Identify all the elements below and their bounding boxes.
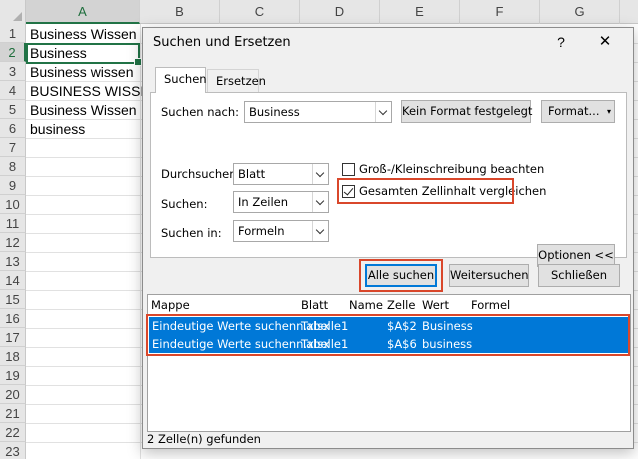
row-header[interactable]: 16	[0, 309, 26, 328]
within-label: Durchsuchen:	[161, 167, 241, 181]
chevron-down-icon[interactable]	[312, 164, 328, 184]
column-header-a[interactable]: A	[26, 0, 140, 24]
results-header-wert[interactable]: Wert	[419, 295, 449, 315]
column-header-e[interactable]: E	[380, 0, 460, 24]
active-cell-cursor	[26, 43, 142, 66]
row-header[interactable]: 9	[0, 176, 26, 195]
cell-a6[interactable]: business	[30, 120, 85, 139]
search-order-select[interactable]: In Zeilen	[233, 191, 329, 213]
row-header[interactable]: 13	[0, 252, 26, 271]
close-button[interactable]: Schließen	[538, 264, 620, 287]
search-input[interactable]: Business	[244, 101, 392, 123]
select-all-corner[interactable]	[0, 0, 26, 24]
match-case-label[interactable]: Groß-/Kleinschreibung beachten	[359, 162, 544, 176]
row-header[interactable]: 2	[0, 43, 26, 62]
row-header[interactable]: 11	[0, 214, 26, 233]
chevron-down-icon[interactable]	[375, 102, 391, 122]
row-header[interactable]: 18	[0, 347, 26, 366]
row-header[interactable]: 4	[0, 81, 26, 100]
row-header[interactable]: 7	[0, 138, 26, 157]
find-replace-dialog: Suchen und Ersetzen ? ✕ Suchen Ersetzen …	[142, 27, 634, 449]
column-header-c[interactable]: C	[220, 0, 300, 24]
row-header[interactable]: 12	[0, 233, 26, 252]
lookin-select[interactable]: Formeln	[233, 220, 329, 242]
lookin-label: Suchen in:	[161, 226, 222, 240]
lookin-select-value: Formeln	[238, 224, 285, 238]
row-header[interactable]: 17	[0, 328, 26, 347]
search-order-label: Suchen:	[161, 197, 208, 211]
results-header-name[interactable]: Name	[346, 295, 383, 315]
row-header[interactable]: 22	[0, 423, 26, 442]
row-header[interactable]: 5	[0, 100, 26, 119]
close-icon[interactable]: ✕	[593, 32, 617, 52]
within-select[interactable]: Blatt	[233, 163, 329, 185]
column-header-d[interactable]: D	[300, 0, 380, 24]
chevron-down-icon[interactable]	[312, 221, 328, 241]
within-select-value: Blatt	[238, 167, 266, 181]
row-header[interactable]: 1	[0, 24, 26, 43]
match-case-checkbox[interactable]	[342, 163, 355, 176]
row-header[interactable]: 8	[0, 157, 26, 176]
cell-a1[interactable]: Business Wissen	[30, 25, 137, 44]
results-header: Mappe Blatt Name Zelle Wert Formel	[148, 295, 630, 315]
highlight-box-find-all	[359, 259, 443, 292]
cell-a5[interactable]: Business Wissen	[30, 101, 137, 120]
format-status-display: Kein Format festgelegt	[401, 100, 532, 123]
cell-a3[interactable]: Business wissen	[30, 63, 134, 82]
cell-a4[interactable]: BUSINESS WISSEN	[30, 82, 160, 101]
row-header[interactable]: 23	[0, 442, 26, 459]
column-header-bar: A B C D E F G	[0, 0, 638, 24]
format-button-label: Format...	[548, 104, 600, 118]
column-header-g[interactable]: G	[540, 0, 620, 24]
tab-suchen[interactable]: Suchen	[155, 67, 207, 93]
results-header-formel[interactable]: Formel	[468, 295, 510, 315]
chevron-down-icon[interactable]	[312, 192, 328, 212]
tab-panel-suchen: Suchen nach: Business Kein Format festge…	[150, 92, 627, 267]
find-next-button[interactable]: Weitersuchen	[449, 264, 529, 287]
results-header-zelle[interactable]: Zelle	[384, 295, 415, 315]
row-header[interactable]: 20	[0, 385, 26, 404]
results-header-blatt[interactable]: Blatt	[298, 295, 328, 315]
dialog-title: Suchen und Ersetzen	[153, 35, 291, 50]
format-button[interactable]: Format... ▾	[541, 100, 615, 123]
row-header[interactable]: 19	[0, 366, 26, 385]
highlight-box-results	[146, 314, 630, 356]
results-list: Mappe Blatt Name Zelle Wert Formel Einde…	[146, 294, 631, 432]
row-header[interactable]: 15	[0, 290, 26, 309]
search-order-value: In Zeilen	[238, 195, 289, 209]
row-header[interactable]: 3	[0, 62, 26, 81]
highlight-box-match-entire	[337, 178, 514, 204]
row-header[interactable]: 10	[0, 195, 26, 214]
column-header-f[interactable]: F	[460, 0, 540, 24]
row-header[interactable]: 14	[0, 271, 26, 290]
row-header[interactable]: 6	[0, 119, 26, 138]
help-button[interactable]: ?	[551, 32, 571, 52]
search-label: Suchen nach:	[161, 105, 240, 119]
status-bar-text: 2 Zelle(n) gefunden	[147, 432, 261, 446]
dropdown-arrow-icon: ▾	[606, 107, 611, 116]
column-header-b[interactable]: B	[140, 0, 220, 24]
tab-ersetzen[interactable]: Ersetzen	[207, 69, 266, 93]
search-input-value: Business	[249, 105, 300, 119]
results-header-mappe[interactable]: Mappe	[148, 295, 190, 315]
row-header[interactable]: 21	[0, 404, 26, 423]
